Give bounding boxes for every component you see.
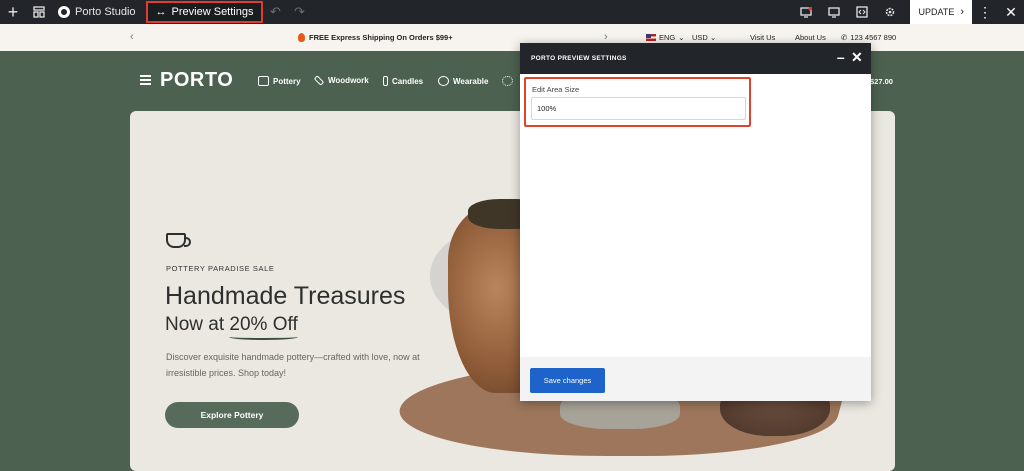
candle-icon [383, 76, 388, 86]
visit-us-link[interactable]: Visit Us [750, 33, 775, 42]
modal-footer: Save changes [520, 357, 871, 401]
nav-label: Candles [392, 76, 424, 86]
hero-subtitle: Now at 20% Off [165, 314, 298, 336]
chevron-down-icon: ⌄ [709, 33, 717, 42]
nav-label: Pottery [273, 76, 301, 86]
nav-item-more[interactable] [502, 76, 513, 86]
editor-toolbar: + Porto Studio ↔ Preview Settings ↶ ↷ UP… [0, 0, 1024, 24]
nav-item-candles[interactable]: Candles [383, 76, 423, 86]
close-editor-icon[interactable]: ✕ [998, 0, 1024, 24]
update-label: UPDATE [918, 7, 955, 17]
undo-icon[interactable]: ↶ [263, 0, 287, 24]
language-label: ENG [659, 33, 676, 42]
modal-header: PORTO PREVIEW SETTINGS – ✕ [520, 43, 871, 74]
us-flag-icon [646, 34, 656, 41]
phone-number: 123 4567 890 [850, 33, 897, 42]
pottery-icon [258, 76, 269, 86]
hero-eyebrow: POTTERY PARADISE SALE [166, 264, 275, 273]
update-button[interactable]: UPDATE › [910, 0, 972, 24]
language-selector[interactable]: ENG ⌄ [646, 33, 685, 42]
phone-link[interactable]: ✆ 123 4567 890 [841, 33, 896, 42]
site-logo[interactable]: PORTO [160, 69, 233, 92]
preview-settings-button[interactable]: ↔ Preview Settings [145, 1, 264, 23]
explore-pottery-button[interactable]: Explore Pottery [165, 402, 299, 428]
hero-description: Discover exquisite handmade pottery—craf… [166, 352, 420, 378]
cart-total[interactable]: $27.00 [870, 77, 893, 86]
nav-item-pottery[interactable]: Pottery [258, 76, 301, 86]
cup-icon [166, 233, 191, 248]
shipping-promo: FREE Express Shipping On Orders $99+ [298, 33, 453, 42]
phone-icon: ✆ [841, 33, 848, 42]
porto-studio-logo-icon [58, 6, 70, 18]
studio-label: Porto Studio [75, 6, 136, 18]
arrows-horizontal-icon: ↔ [155, 6, 167, 18]
hero-title: Handmade Treasures [165, 282, 406, 310]
nav-item-woodwork[interactable]: Woodwork [313, 75, 369, 86]
gear-icon[interactable] [876, 0, 904, 24]
code-icon[interactable] [848, 0, 876, 24]
edit-area-size-field-group: Edit Area Size [524, 77, 751, 127]
preview-settings-label: Preview Settings [171, 6, 254, 18]
preview-desktop-icon[interactable] [792, 0, 820, 24]
monitor-icon[interactable] [820, 0, 848, 24]
currency-label: USD [692, 33, 708, 42]
flower-icon [502, 76, 513, 86]
nav-item-wearable[interactable]: Wearable [438, 76, 488, 86]
about-us-link[interactable]: About Us [795, 33, 826, 42]
wearable-icon [438, 76, 449, 86]
promo-prev-chevron-icon[interactable]: ‹ [130, 31, 134, 43]
close-icon[interactable]: ✕ [851, 50, 863, 64]
nav-label: Wearable [453, 76, 489, 86]
woodwork-icon [313, 75, 325, 86]
flame-icon [298, 33, 305, 42]
promo-next-chevron-icon[interactable]: › [604, 31, 608, 43]
hero-subtitle-highlight: 20% Off [229, 314, 298, 335]
modal-title: PORTO PREVIEW SETTINGS [531, 55, 627, 62]
edit-area-size-label: Edit Area Size [532, 85, 580, 94]
more-options-icon[interactable]: ⋮ [972, 0, 998, 24]
edit-area-size-input[interactable] [531, 97, 746, 120]
minimize-icon[interactable]: – [837, 50, 845, 64]
hero-subtitle-prefix: Now at [165, 314, 230, 335]
shipping-text: FREE Express Shipping On Orders $99+ [309, 33, 453, 42]
layout-icon[interactable] [26, 0, 52, 24]
currency-selector[interactable]: USD ⌄ [692, 33, 716, 42]
porto-studio-button[interactable]: Porto Studio [52, 0, 142, 24]
nav-label: Woodwork [328, 76, 369, 85]
chevron-right-icon: › [960, 6, 964, 18]
hamburger-menu-icon[interactable] [140, 75, 151, 87]
add-icon[interactable]: + [0, 0, 26, 24]
preview-settings-modal: PORTO PREVIEW SETTINGS – ✕ Edit Area Siz… [520, 43, 871, 401]
redo-icon[interactable]: ↷ [287, 0, 311, 24]
save-changes-button[interactable]: Save changes [530, 368, 605, 393]
chevron-down-icon: ⌄ [678, 33, 685, 42]
